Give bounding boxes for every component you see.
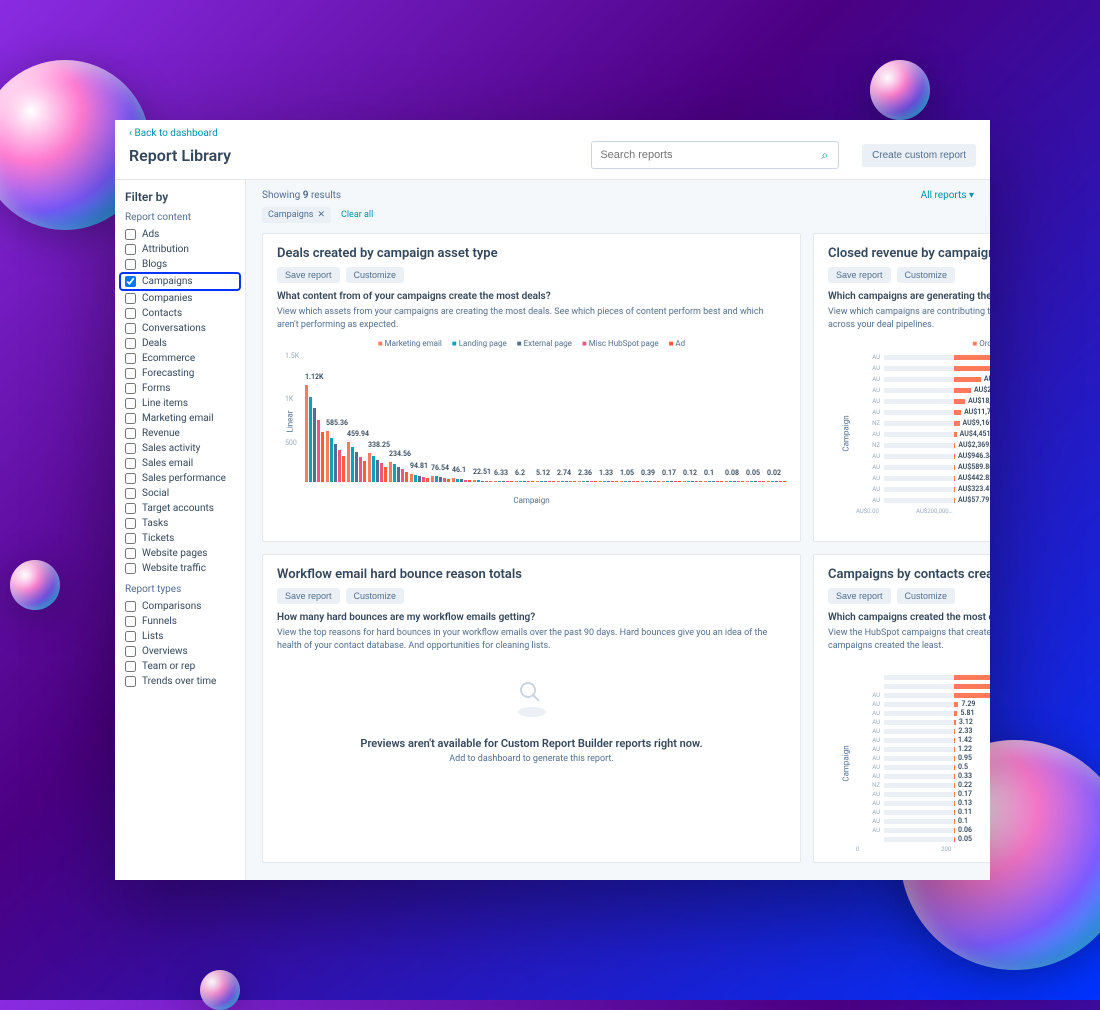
filter-checkbox-conversations[interactable]: Conversations xyxy=(125,321,235,336)
hbar-chart: Order Pipeline (No value) Campaign AUAUA… xyxy=(828,339,990,529)
card-description: View the HubSpot campaigns that created … xyxy=(828,627,990,652)
x-axis-label: Campaign xyxy=(277,496,786,505)
filter-checkbox-tickets[interactable]: Tickets xyxy=(125,531,235,546)
filter-checkbox-sales-activity[interactable]: Sales activity xyxy=(125,441,235,456)
filter-checkbox-funnels[interactable]: Funnels xyxy=(125,614,235,629)
results-count: Showing 9 results xyxy=(262,190,341,201)
search-input[interactable] xyxy=(591,141,839,169)
customize-button[interactable]: Customize xyxy=(346,588,405,604)
report-card-bounce-totals: Workflow email hard bounce reason totals… xyxy=(262,554,801,863)
filter-checkbox-contacts[interactable]: Contacts xyxy=(125,306,235,321)
bar-chart: Marketing email Landing page External pa… xyxy=(277,339,786,529)
decorative-orb xyxy=(870,60,930,120)
y-axis-label: Campaign xyxy=(842,745,851,781)
filter-checkbox-ads[interactable]: Ads xyxy=(125,227,235,242)
filter-checkbox-attribution[interactable]: Attribution xyxy=(125,242,235,257)
report-card-deals-by-asset: Deals created by campaign asset type Sav… xyxy=(262,233,801,542)
filter-checkbox-target-accounts[interactable]: Target accounts xyxy=(125,501,235,516)
filter-checkbox-overviews[interactable]: Overviews xyxy=(125,644,235,659)
customize-button[interactable]: Customize xyxy=(346,267,405,283)
filter-checkbox-forms[interactable]: Forms xyxy=(125,381,235,396)
app-window: Back to dashboard Report Library ⌕ Creat… xyxy=(115,120,990,880)
page-title: Report Library xyxy=(129,146,231,165)
create-report-button[interactable]: Create custom report xyxy=(862,144,976,167)
card-question: What content from of your campaigns crea… xyxy=(277,291,786,302)
topbar: Back to dashboard Report Library ⌕ Creat… xyxy=(115,120,990,180)
card-question: Which campaigns created the most contact… xyxy=(828,612,990,623)
report-card-contacts-created: Campaigns by contacts created Save repor… xyxy=(813,554,990,863)
magnifier-spotlight-icon xyxy=(277,676,786,729)
filter-checkbox-team-or-rep[interactable]: Team or rep xyxy=(125,659,235,674)
filter-checkbox-deals[interactable]: Deals xyxy=(125,336,235,351)
filter-checkbox-trends-over-time[interactable]: Trends over time xyxy=(125,674,235,689)
card-title: Campaigns by contacts created xyxy=(828,567,990,582)
hbar-chart: Linear Campaign 168.17AU92.76AU7.29AU5.8… xyxy=(828,660,990,850)
main-content: Showing 9 results All reports Campaigns … xyxy=(246,180,990,880)
filter-checkbox-website-traffic[interactable]: Website traffic xyxy=(125,561,235,576)
filter-checkbox-blogs[interactable]: Blogs xyxy=(125,257,235,272)
x-axis-label: Linear xyxy=(828,529,990,538)
card-description: View which assets from your campaigns ar… xyxy=(277,306,786,331)
filter-checkbox-website-pages[interactable]: Website pages xyxy=(125,546,235,561)
empty-message: Previews aren't available for Custom Rep… xyxy=(277,737,786,750)
filter-checkbox-tasks[interactable]: Tasks xyxy=(125,516,235,531)
y-axis-label: Campaign xyxy=(842,416,851,452)
save-report-button[interactable]: Save report xyxy=(828,267,891,283)
empty-state: Previews aren't available for Custom Rep… xyxy=(277,660,786,780)
decorative-orb xyxy=(10,560,60,610)
filter-checkbox-companies[interactable]: Companies xyxy=(125,291,235,306)
filter-chip-campaigns[interactable]: Campaigns ✕ xyxy=(262,207,331,223)
card-title: Deals created by campaign asset type xyxy=(277,246,786,261)
filter-section-content: Report content xyxy=(125,212,235,223)
filter-checkbox-sales-performance[interactable]: Sales performance xyxy=(125,471,235,486)
card-description: View which campaigns are contributing th… xyxy=(828,306,990,331)
sidebar: Filter by Report content AdsAttributionB… xyxy=(115,180,246,880)
filter-checkbox-marketing-email[interactable]: Marketing email xyxy=(125,411,235,426)
save-report-button[interactable]: Save report xyxy=(277,588,340,604)
filter-checkbox-comparisons[interactable]: Comparisons xyxy=(125,599,235,614)
empty-subtext: Add to dashboard to generate this report… xyxy=(277,754,786,764)
card-title: Workflow email hard bounce reason totals xyxy=(277,567,786,582)
filter-checkbox-line-items[interactable]: Line items xyxy=(125,396,235,411)
report-card-closed-revenue: Closed revenue by campaign with deal pip… xyxy=(813,233,990,542)
filter-checkbox-forecasting[interactable]: Forecasting xyxy=(125,366,235,381)
back-link[interactable]: Back to dashboard xyxy=(129,128,976,139)
filter-checkbox-ecommerce[interactable]: Ecommerce xyxy=(125,351,235,366)
card-title: Closed revenue by campaign with deal pip… xyxy=(828,246,990,261)
card-question: How many hard bounces are my workflow em… xyxy=(277,612,786,623)
filter-checkbox-lists[interactable]: Lists xyxy=(125,629,235,644)
card-question: Which campaigns are generating the most … xyxy=(828,291,990,302)
decorative-orb xyxy=(200,970,240,1010)
card-description: View the top reasons for hard bounces in… xyxy=(277,627,786,652)
filter-checkbox-sales-email[interactable]: Sales email xyxy=(125,456,235,471)
clear-all-link[interactable]: Clear all xyxy=(341,210,373,220)
chart-legend: Linear xyxy=(828,660,990,669)
customize-button[interactable]: Customize xyxy=(897,588,956,604)
save-report-button[interactable]: Save report xyxy=(828,588,891,604)
filter-section-types: Report types xyxy=(125,584,235,595)
chart-legend: Marketing email Landing page External pa… xyxy=(277,339,786,348)
x-axis-label: Linear xyxy=(828,867,990,876)
all-reports-dropdown[interactable]: All reports xyxy=(921,190,974,201)
customize-button[interactable]: Customize xyxy=(897,267,956,283)
close-icon[interactable]: ✕ xyxy=(317,210,325,220)
save-report-button[interactable]: Save report xyxy=(277,267,340,283)
y-axis-label: Linear xyxy=(285,411,294,433)
filter-title: Filter by xyxy=(125,190,235,204)
chart-legend: Order Pipeline (No value) xyxy=(828,339,990,348)
filter-checkbox-social[interactable]: Social xyxy=(125,486,235,501)
filter-checkbox-campaigns[interactable]: Campaigns xyxy=(121,274,239,289)
filter-checkbox-revenue[interactable]: Revenue xyxy=(125,426,235,441)
